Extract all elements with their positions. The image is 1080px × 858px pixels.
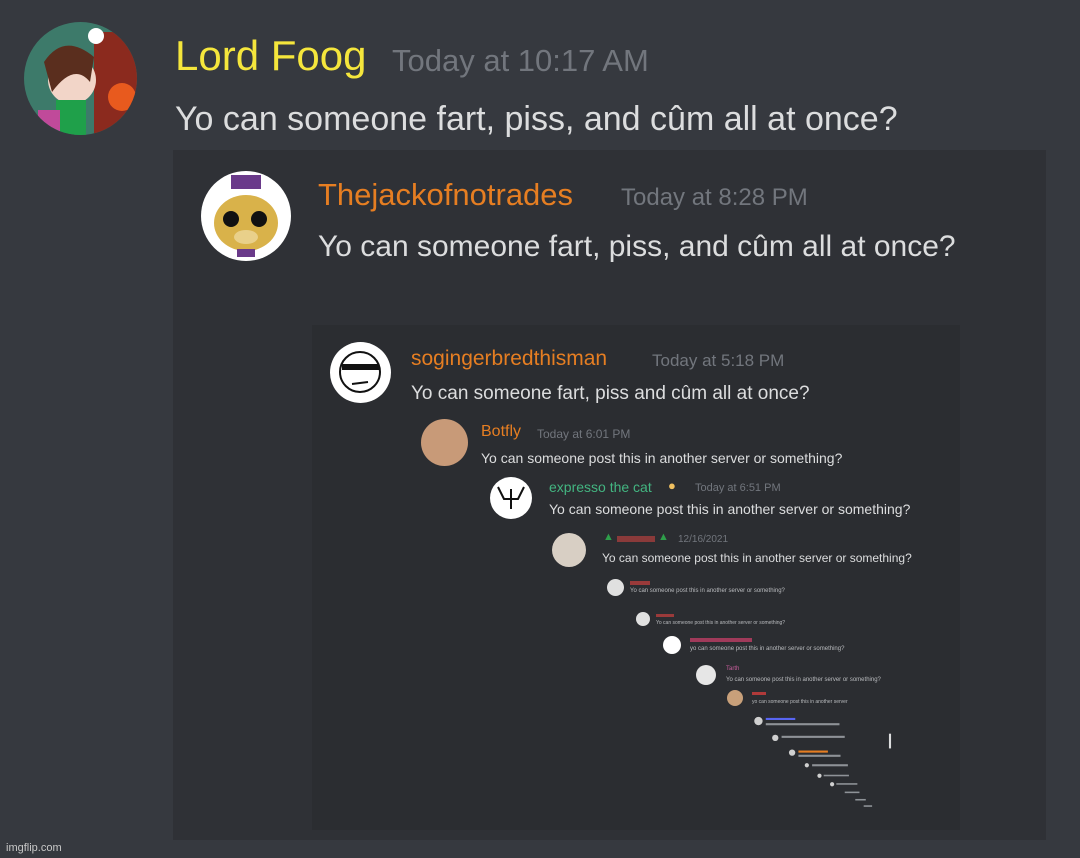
imgflip-watermark: imgflip.com — [6, 842, 62, 854]
cat-emoji-icon: ● — [668, 478, 676, 493]
timestamp-quoted-2: Today at 5:18 PM — [652, 351, 785, 370]
message-text-top: Yo can someone fart, piss, and cûm all a… — [175, 100, 898, 138]
author-quoted-9[interactable]: Tarth — [726, 666, 739, 672]
author-quoted-7-redacted — [656, 614, 674, 617]
lord-foog-avatar-art — [38, 28, 137, 135]
author-sogingerbredthisman[interactable]: sogingerbredthisman — [411, 347, 607, 371]
avatar-quoted-10[interactable] — [727, 690, 743, 706]
avatar-botfly[interactable] — [421, 419, 468, 466]
message-text-quoted-5: Yo can someone post this in another serv… — [602, 551, 912, 565]
stick-face-avatar-art — [339, 351, 381, 393]
timestamp-top: Today at 10:17 AM — [392, 43, 649, 78]
recursive-nested-messages — [754, 716, 892, 807]
message-text-quoted-3: Yo can someone post this in another serv… — [481, 450, 843, 466]
author-botfly[interactable]: Botfly — [481, 423, 521, 441]
message-text-quoted-2: Yo can someone fart, piss and cûm all at… — [411, 383, 810, 404]
author-thejackofnotrades[interactable]: Thejackofnotrades — [318, 177, 573, 213]
message-text-quoted-9: Yo can someone post this in another serv… — [726, 677, 881, 683]
timestamp-quoted-4: Today at 6:51 PM — [695, 482, 781, 494]
message-text-quoted-6: Yo can someone post this in another serv… — [630, 588, 785, 594]
message-text-quoted-1: Yo can someone fart, piss, and cûm all a… — [318, 230, 956, 263]
timestamp-quoted-3: Today at 6:01 PM — [537, 427, 631, 441]
message-text-quoted-4: Yo can someone post this in another serv… — [549, 501, 911, 517]
cat-face-avatar-art — [497, 486, 525, 509]
author-quoted-6-redacted — [630, 581, 650, 585]
author-expresso-the-cat[interactable]: expresso the cat — [549, 479, 652, 495]
avatar-expresso-the-cat[interactable] — [490, 477, 532, 519]
timestamp-quoted-1: Today at 8:28 PM — [621, 184, 808, 211]
message-text-quoted-8: yo can someone post this in another serv… — [690, 646, 845, 652]
avatar-quoted-6[interactable] — [607, 579, 624, 596]
avatar-quoted-7[interactable] — [636, 612, 650, 626]
timestamp-quoted-5: 12/16/2021 — [678, 534, 729, 545]
author-lord-foog[interactable]: Lord Foog — [175, 32, 366, 80]
author-quoted-10-redacted — [752, 692, 766, 695]
author-quoted-5-redacted — [617, 536, 655, 542]
avatar-lord-foog[interactable] — [24, 22, 137, 135]
golden-freddy-avatar-art — [214, 175, 278, 257]
tree-emoji-icon-2: ▲ — [658, 531, 669, 543]
avatar-quoted-9[interactable] — [696, 665, 716, 685]
avatar-quoted-5[interactable] — [552, 533, 586, 567]
avatar-sogingerbredthisman[interactable] — [330, 342, 391, 403]
message-text-quoted-7: Yo can someone post this in another serv… — [656, 620, 786, 626]
avatar-quoted-8[interactable] — [663, 636, 681, 654]
author-quoted-8-redacted — [690, 638, 752, 642]
tree-emoji-icon: ▲ — [603, 531, 614, 543]
avatar-thejackofnotrades[interactable] — [201, 171, 291, 261]
